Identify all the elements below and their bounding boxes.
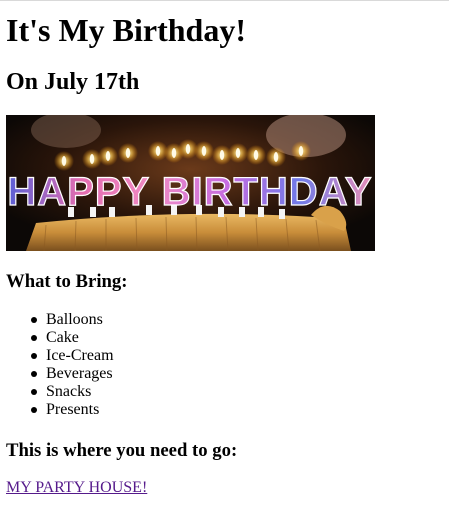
list-item: Presents [6,401,114,419]
party-house-link[interactable]: MY PARTY HOUSE! [6,479,147,497]
directions-heading: This is where you need to go: [6,440,238,461]
birthday-cake-image: HAPPY BIRTHDAY [6,115,375,251]
list-item: Beverages [6,365,114,383]
what-to-bring-heading: What to Bring: [6,271,128,292]
bring-list: Balloons Cake Ice-Cream Beverages Snacks… [6,311,114,419]
list-item: Ice-Cream [6,347,114,365]
cake-candle-letters: HAPPY BIRTHDAY [7,170,372,214]
list-item: Snacks [6,383,114,401]
list-item: Cake [6,329,114,347]
page-title: It's My Birthday! [6,12,246,48]
list-item: Balloons [6,311,114,329]
page-subtitle: On July 17th [6,69,140,95]
